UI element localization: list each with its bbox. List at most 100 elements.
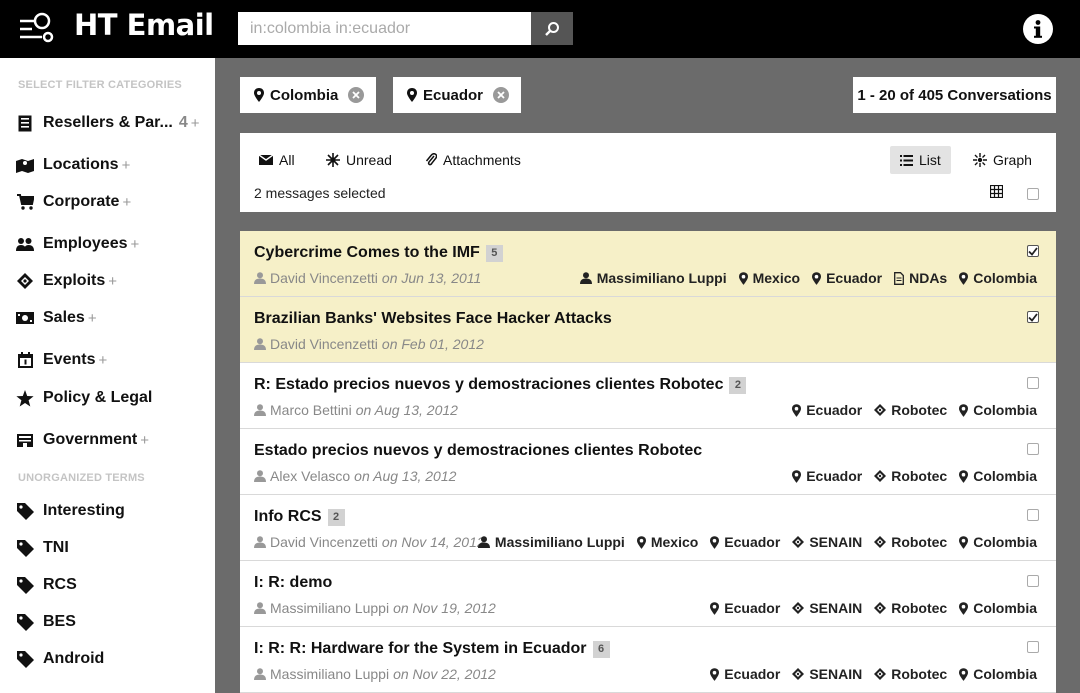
message-title[interactable]: Info RCS 2 xyxy=(254,508,345,526)
message-date: on Jun 13, 2011 xyxy=(381,270,482,286)
sidebar-item-sales[interactable]: Sales + xyxy=(16,307,97,329)
expand-plus[interactable]: + xyxy=(122,194,131,211)
sidebar-item-tni[interactable]: TNI xyxy=(16,537,69,559)
message-tag[interactable]: Robotec xyxy=(874,402,947,418)
sidebar-item-corporate[interactable]: Corporate + xyxy=(16,191,131,213)
remove-filter-button[interactable] xyxy=(348,87,365,103)
message-checkbox[interactable] xyxy=(1027,245,1039,257)
message-tag[interactable]: SENAIN xyxy=(792,534,862,550)
sidebar-item-employees[interactable]: Employees + xyxy=(16,233,139,255)
filter-attachments-button[interactable]: Attachments xyxy=(425,146,521,174)
sidebar-item-label: Employees xyxy=(43,235,128,252)
message-row[interactable]: I: R: R: Hardware for the System in Ecua… xyxy=(240,627,1056,693)
info-button[interactable] xyxy=(1023,14,1053,44)
tag-label: Massimiliano Luppi xyxy=(596,270,727,286)
search-button[interactable] xyxy=(531,12,573,45)
reseller-icon xyxy=(16,114,34,132)
message-tag[interactable]: NDAs xyxy=(894,270,947,286)
message-tag[interactable]: Colombia xyxy=(959,534,1037,550)
message-tag[interactable]: Robotec xyxy=(874,534,947,550)
sidebar-item-exploits[interactable]: Exploits + xyxy=(16,270,117,292)
message-title[interactable]: Brazilian Banks' Websites Face Hacker At… xyxy=(254,310,612,328)
message-tag[interactable]: Ecuador xyxy=(710,600,780,616)
select-all-checkbox[interactable] xyxy=(1027,188,1039,200)
message-author[interactable]: Massimiliano Luppi xyxy=(270,666,389,682)
message-checkbox[interactable] xyxy=(1027,575,1039,587)
expand-plus[interactable]: + xyxy=(191,115,200,132)
message-checkbox[interactable] xyxy=(1027,641,1039,653)
search-input[interactable] xyxy=(238,12,531,45)
grid-icon[interactable] xyxy=(990,185,1003,198)
message-tag[interactable]: Colombia xyxy=(959,600,1037,616)
message-title[interactable]: R: Estado precios nuevos y demostracione… xyxy=(254,376,747,394)
sidebar-item-bes[interactable]: BES xyxy=(16,611,76,633)
message-tag[interactable]: Robotec xyxy=(874,666,947,682)
message-title[interactable]: Cybercrime Comes to the IMF 5 xyxy=(254,244,503,262)
expand-plus[interactable]: + xyxy=(98,352,107,369)
expand-plus[interactable]: + xyxy=(108,273,117,290)
message-checkbox[interactable] xyxy=(1027,311,1039,323)
message-tag[interactable]: Colombia xyxy=(959,402,1037,418)
message-tag[interactable]: SENAIN xyxy=(792,600,862,616)
message-checkbox[interactable] xyxy=(1027,377,1039,389)
message-tag[interactable]: Ecuador xyxy=(812,270,882,286)
message-tag[interactable]: Ecuador xyxy=(710,534,780,550)
people-icon xyxy=(16,235,34,253)
message-checkbox[interactable] xyxy=(1027,509,1039,521)
message-title[interactable]: Estado precios nuevos y demostraciones c… xyxy=(254,442,702,460)
message-tag[interactable]: Mexico xyxy=(636,534,698,550)
remove-filter-button[interactable] xyxy=(493,87,510,103)
pin-icon xyxy=(812,271,822,285)
map-icon xyxy=(16,156,34,174)
message-row[interactable]: Brazilian Banks' Websites Face Hacker At… xyxy=(240,297,1056,363)
sidebar-item-interesting[interactable]: Interesting xyxy=(16,500,125,522)
message-author[interactable]: David Vincenzetti xyxy=(270,270,378,286)
sidebar-item-label: RCS xyxy=(43,576,77,593)
message-tag[interactable]: Massimiliano Luppi xyxy=(579,270,727,286)
message-author[interactable]: Massimiliano Luppi xyxy=(270,600,389,616)
message-tag[interactable]: Ecuador xyxy=(792,468,862,484)
sidebar-item-rcs[interactable]: RCS xyxy=(16,574,77,596)
message-tag[interactable]: SENAIN xyxy=(792,666,862,682)
message-author[interactable]: David Vincenzetti xyxy=(270,336,378,352)
expand-plus[interactable]: + xyxy=(130,236,139,253)
close-icon xyxy=(497,91,505,99)
sidebar-item-government[interactable]: Government + xyxy=(16,429,149,451)
graph-view-button[interactable]: Graph xyxy=(973,146,1032,174)
message-checkbox[interactable] xyxy=(1027,443,1039,455)
message-tag[interactable]: Massimiliano Luppi xyxy=(477,534,625,550)
message-tag[interactable]: Robotec xyxy=(874,468,947,484)
message-row[interactable]: Estado precios nuevos y demostraciones c… xyxy=(240,429,1056,495)
message-row[interactable]: Cybercrime Comes to the IMF 5 David Vincen… xyxy=(240,231,1056,297)
message-tag[interactable]: Robotec xyxy=(874,600,947,616)
message-tag[interactable]: Colombia xyxy=(959,666,1037,682)
message-author[interactable]: David Vincenzetti xyxy=(270,534,378,550)
expand-plus[interactable]: + xyxy=(88,310,97,327)
message-title[interactable]: I: R: demo xyxy=(254,574,332,592)
message-row[interactable]: I: R: demo Massimiliano Luppi on Nov 19, 2… xyxy=(240,561,1056,627)
message-author[interactable]: Alex Velasco xyxy=(270,468,350,484)
expand-plus[interactable]: + xyxy=(122,157,131,174)
app-title: HT Email xyxy=(74,8,214,42)
message-tag[interactable]: Colombia xyxy=(959,270,1037,286)
sidebar-item-android[interactable]: Android xyxy=(16,648,104,670)
message-tag[interactable]: Colombia xyxy=(959,468,1037,484)
sidebar-item-events[interactable]: Events + xyxy=(16,349,107,371)
message-title[interactable]: I: R: R: Hardware for the System in Ecua… xyxy=(254,640,610,658)
expand-plus[interactable]: + xyxy=(140,432,149,449)
filter-chip-colombia: Colombia xyxy=(240,77,377,113)
filter-all-button[interactable]: All xyxy=(259,146,295,174)
message-tag[interactable]: Ecuador xyxy=(710,666,780,682)
sidebar-item-locations[interactable]: Locations + xyxy=(16,154,130,176)
pin-icon xyxy=(792,403,802,417)
message-tag[interactable]: Ecuador xyxy=(792,402,862,418)
message-author[interactable]: Marco Bettini xyxy=(270,402,352,418)
sidebar-item-resellers[interactable]: Resellers & Par... 4 + xyxy=(16,112,200,134)
sidebar-item-policy-legal[interactable]: Policy & Legal xyxy=(16,387,152,409)
message-row[interactable]: Info RCS 2 David Vincenzetti on Nov 14, 201… xyxy=(240,495,1056,561)
message-row[interactable]: R: Estado precios nuevos y demostracione… xyxy=(240,363,1056,429)
filter-unread-button[interactable]: Unread xyxy=(326,146,392,174)
message-subject: Info RCS xyxy=(254,508,322,525)
list-view-button[interactable]: List xyxy=(890,146,951,174)
message-tag[interactable]: Mexico xyxy=(738,270,800,286)
